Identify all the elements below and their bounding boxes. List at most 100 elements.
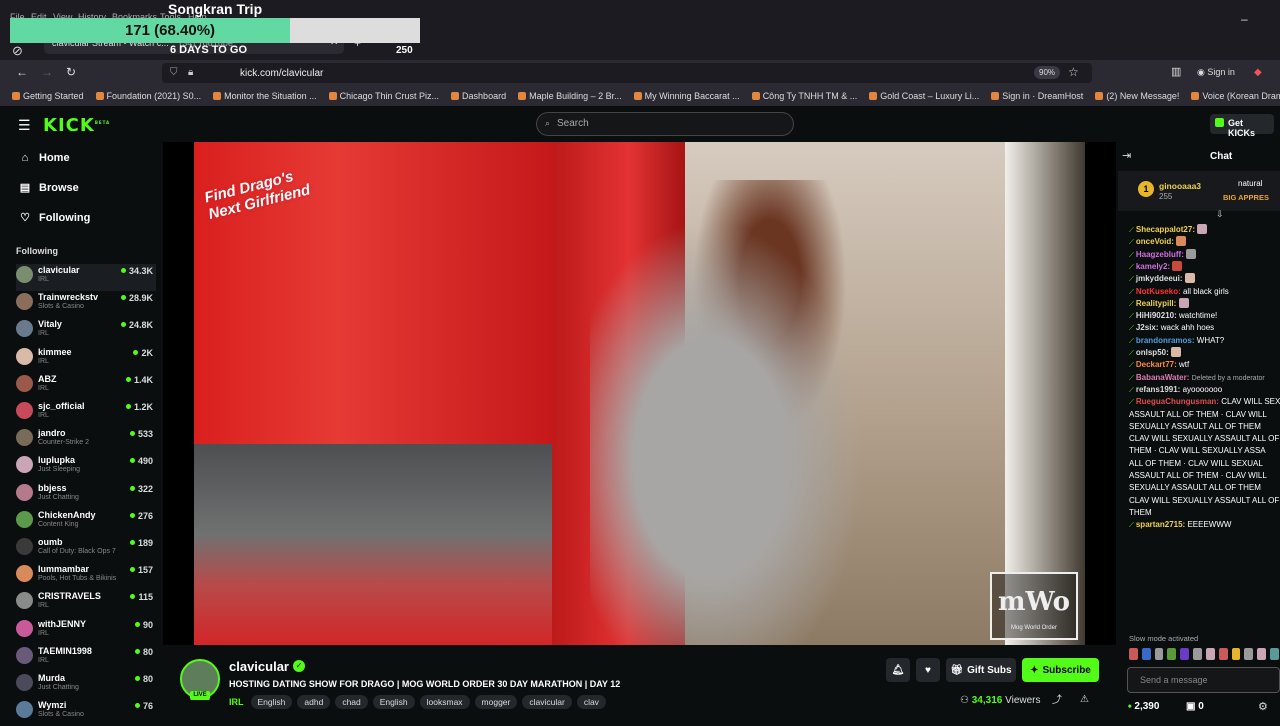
chat-message[interactable]: ⟋ Shecappalot27: — [1129, 224, 1280, 237]
extension-icon[interactable]: ◆ — [1254, 67, 1262, 78]
chat-username[interactable]: spartan2715: — [1136, 520, 1185, 529]
signin-button[interactable]: ◉ Sign in — [1197, 67, 1235, 78]
emote-picker-icon[interactable] — [1129, 648, 1138, 660]
chat-message[interactable]: THEM — [1129, 507, 1280, 519]
sidebar-channel-item[interactable]: Trainwreckstv Slots & Casino 28.9K — [16, 291, 156, 318]
emote-picker-icon[interactable] — [1205, 648, 1215, 660]
chat-message[interactable]: ⟋ jmkyddeeui: — [1129, 273, 1280, 286]
chat-message[interactable]: CLAV WILL SEXUALLY ASSAULT ALL OF — [1129, 433, 1280, 445]
chat-message[interactable]: ⟋ RueguaChungusman: CLAV WILL SEXUALLY — [1129, 396, 1280, 409]
chat-username[interactable]: refans1991: — [1136, 385, 1180, 394]
lock-icon[interactable]: 🔒︎ — [188, 67, 193, 78]
chat-username[interactable]: Realitypill: — [1136, 299, 1176, 308]
subscribe-button[interactable]: ✦ Subscribe — [1022, 658, 1099, 682]
sidebar-channel-item[interactable]: lummambar Pools, Hot Tubs & Bikinis 157 — [16, 563, 156, 590]
stream-tag[interactable]: adhd — [297, 695, 331, 709]
bookmark-item[interactable]: Dashboard — [451, 91, 506, 101]
chat-input[interactable]: Send a message — [1127, 667, 1280, 693]
stream-tag[interactable]: English — [372, 695, 415, 709]
stream-tag[interactable]: clav — [576, 695, 606, 709]
sidebar-channel-item[interactable]: jandro Counter-Strike 2 533 — [16, 427, 156, 454]
chat-message[interactable]: ⟋ kamely2: — [1129, 260, 1280, 274]
sidebar-channel-item[interactable]: oumb Call of Duty: Black Ops 7 189 — [16, 536, 156, 563]
sidebar-channel-item[interactable]: clavicular IRL 34.3K — [16, 264, 156, 291]
chat-username[interactable]: RueguaChungusman: — [1136, 397, 1219, 406]
emote-picker-icon[interactable] — [1257, 648, 1267, 660]
chat-username[interactable]: kamely2: — [1136, 262, 1170, 271]
sidebar-channel-item[interactable]: sjc_official IRL 1.2K — [16, 400, 156, 427]
nav-following[interactable]: ♡ Following — [19, 211, 90, 225]
chat-message[interactable]: ⟋ onceVoid: — [1129, 236, 1280, 249]
sidebar-channel-item[interactable]: Murda Just Chatting 80 — [16, 672, 156, 699]
emote-picker-icon[interactable] — [1231, 648, 1241, 660]
chat-message[interactable]: CLAV WILL SEXUALLY ASSAULT ALL OF — [1129, 495, 1280, 507]
hamburger-menu-icon[interactable]: ☰ — [18, 117, 31, 134]
chat-username[interactable]: J2six: — [1136, 323, 1159, 332]
url-text[interactable]: kick.com/clavicular — [240, 68, 323, 79]
gift-subs-button[interactable]: 🎁︎ Gift Subs — [946, 658, 1016, 682]
emote-picker-icon[interactable] — [1244, 648, 1254, 660]
chat-scroll-icon[interactable]: ⇩ — [1216, 210, 1224, 219]
chat-message[interactable]: ALL OF THEM · CLAV WILL SEXUAL — [1129, 458, 1280, 470]
emote-picker-icon[interactable] — [1141, 648, 1151, 660]
url-bar[interactable]: ⛉ 🔒︎ kick.com/clavicular 90% ☆ — [162, 63, 1092, 83]
nav-browse[interactable]: ▤ Browse — [19, 181, 79, 195]
chat-settings-icon[interactable]: ⚙ — [1258, 702, 1268, 713]
report-icon[interactable]: ⚠ — [1080, 695, 1089, 705]
bookmark-item[interactable]: Foundation (2021) S0... — [95, 91, 201, 101]
chat-message[interactable]: ⟋ Realitypill: — [1129, 297, 1280, 311]
chat-message[interactable]: ⟋ onlsp50: — [1129, 347, 1280, 360]
streamer-name[interactable]: clavicular — [229, 659, 289, 674]
stream-tag[interactable]: chad — [335, 695, 368, 709]
sidebar-channel-item[interactable]: TAEMIN1998 IRL 80 — [16, 645, 156, 672]
chat-message[interactable]: ⟋ refans1991: ayooooooo — [1129, 384, 1280, 397]
collapse-chat-icon[interactable]: ⇥ — [1122, 151, 1131, 162]
chat-points[interactable]: ⬩ 2,390 — [1128, 701, 1159, 712]
chat-message[interactable]: THEM · CLAV WILL SEXUALLY ASSA — [1129, 445, 1280, 457]
chat-message[interactable]: ASSAULT ALL OF THEM · CLAV WILL — [1129, 409, 1280, 421]
chat-message[interactable]: SEXUALLY ASSAULT ALL OF THEM — [1129, 421, 1280, 433]
chat-message[interactable]: ⟋ spartan2715: EEEEWWW — [1129, 519, 1280, 532]
shield-icon[interactable]: ⛉ — [170, 67, 178, 78]
sidebar-channel-item[interactable]: withJENNY IRL 90 — [16, 618, 156, 645]
reload-icon[interactable]: ↻ — [66, 66, 76, 78]
nav-home[interactable]: ⌂ Home — [19, 152, 70, 164]
follow-button[interactable]: ♥ — [916, 658, 940, 682]
bookmark-item[interactable]: Sign in · DreamHost — [991, 91, 1083, 101]
sidebar-channel-item[interactable]: Wymzi Slots & Casino 76 — [16, 699, 156, 726]
chat-message[interactable]: ⟋ HiHi90210: watchtime! — [1129, 310, 1280, 323]
share-icon[interactable]: ⤴ — [1052, 696, 1062, 706]
chat-username[interactable]: HiHi90210: — [1136, 311, 1177, 320]
forward-icon[interactable]: → — [41, 66, 53, 78]
firefox-view-icon[interactable]: ⊘ — [12, 44, 23, 57]
bookmark-item[interactable]: My Winning Baccarat ... — [633, 91, 740, 101]
chat-username[interactable]: onlsp50: — [1136, 348, 1169, 357]
chat-message[interactable]: ⟋ J2six: wack ahh hoes — [1129, 322, 1280, 335]
sidebar-toggle-icon[interactable]: ▥ — [1171, 67, 1181, 78]
emote-picker-icon[interactable] — [1218, 648, 1228, 660]
bookmark-item[interactable]: Getting Started — [12, 91, 84, 101]
stream-tag[interactable]: mogger — [474, 695, 518, 709]
minimize-icon[interactable]: – — [1241, 13, 1248, 25]
emote-picker-icon[interactable] — [1167, 648, 1177, 660]
chat-username[interactable]: BabanaWater: — [1136, 373, 1190, 382]
sidebar-channel-item[interactable]: ChickenAndy Content King 276 — [16, 509, 156, 536]
emote-picker-icon[interactable] — [1193, 648, 1202, 660]
chat-message[interactable]: ⟋ brandonramos: WHAT? — [1129, 335, 1280, 348]
chat-message[interactable]: SEXUALLY ASSAULT ALL OF THEM — [1129, 482, 1280, 494]
back-icon[interactable]: ← — [16, 66, 28, 78]
chat-message[interactable]: ⟋ Haagzebluff: — [1129, 248, 1280, 262]
bookmark-item[interactable]: Công Ty TNHH TM & ... — [751, 91, 857, 101]
chat-username[interactable]: brandonramos: — [1136, 336, 1195, 345]
chat-message[interactable]: ⟋ Deckart77: wtf — [1129, 359, 1280, 372]
sidebar-channel-item[interactable]: ABZ IRL 1.4K — [16, 373, 156, 400]
stream-category[interactable]: IRL — [229, 697, 244, 707]
search-input[interactable]: ⌕ Search — [536, 112, 794, 136]
zoom-level[interactable]: 90% — [1034, 66, 1061, 79]
bookmark-item[interactable]: Voice (Korean Drama) ... — [1191, 91, 1280, 101]
chat-username[interactable]: Shecappalot27: — [1136, 225, 1195, 234]
pinned-message[interactable]: 1 ginooaaa3 255 natural BIG APPRES — [1118, 171, 1280, 211]
bookmark-item[interactable]: (2) New Message! — [1095, 91, 1179, 101]
chat-message[interactable]: ⟋ NotKuseko: all black girls — [1129, 286, 1280, 299]
sidebar-channel-item[interactable]: luplupka Just Sleeping 490 — [16, 454, 156, 481]
